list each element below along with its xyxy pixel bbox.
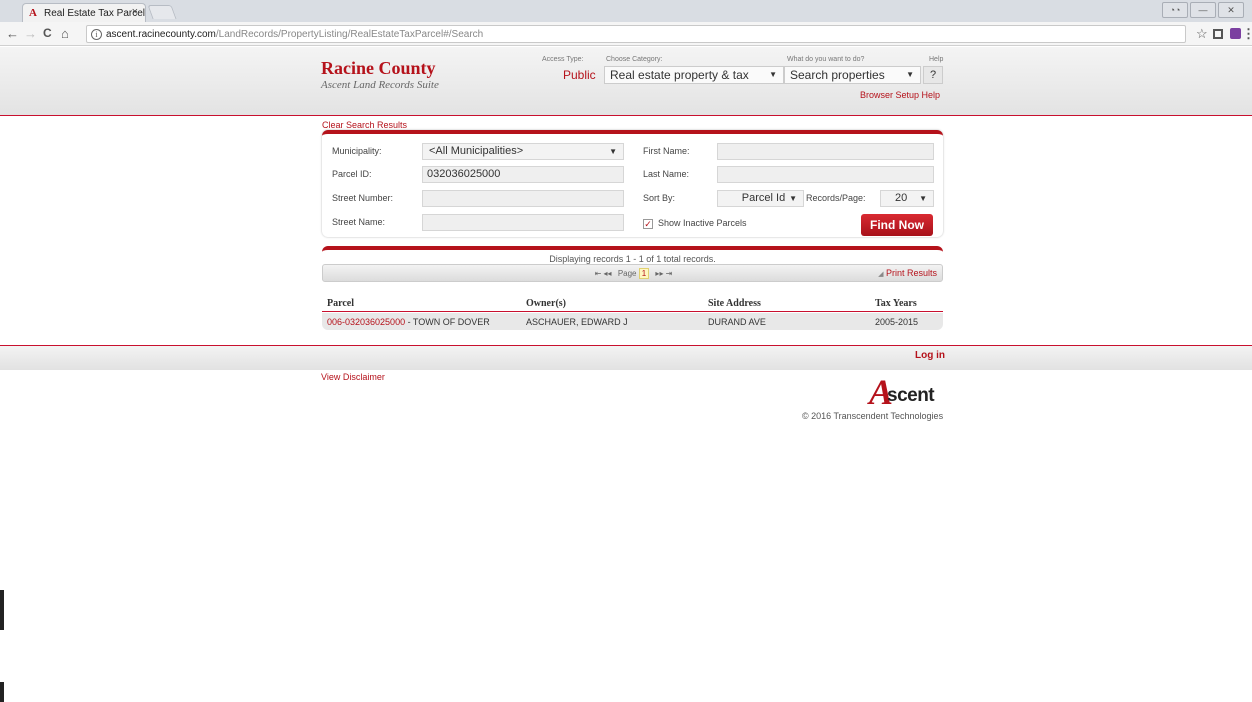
street-name-label: Street Name: [332, 217, 386, 227]
chevron-down-icon: ▼ [769, 70, 777, 79]
category-label: Choose Category: [606, 56, 663, 63]
category-select[interactable]: Real estate property & tax ▼ [604, 66, 784, 84]
new-tab-button[interactable] [147, 5, 177, 19]
records-summary: Displaying records 1 - 1 of 1 total reco… [549, 254, 716, 264]
search-panel: Municipality: <All Municipalities> ▼ Par… [322, 130, 943, 237]
results-table-header: Parcel Owner(s) Site Address Tax Years [322, 292, 943, 312]
tax-years-cell: 2005-2015 [875, 317, 919, 327]
street-name-input[interactable] [422, 214, 624, 231]
column-header-owners[interactable]: Owner(s) [526, 298, 566, 309]
onenote-extension-icon[interactable] [1230, 28, 1241, 39]
profile-icon[interactable]: ◔◔ [1162, 2, 1188, 18]
url-host: ascent.racinecounty.com [106, 28, 216, 40]
print-results-link[interactable]: ◢ Print Results [878, 268, 937, 278]
printer-icon: ◢ [878, 271, 884, 278]
page-number-input[interactable]: 1 [638, 268, 650, 279]
municipality-label: Municipality: [332, 146, 382, 156]
reload-icon[interactable]: C [43, 26, 52, 40]
home-icon[interactable]: ⌂ [61, 26, 69, 41]
parcel-municipality: - TOWN OF DOVER [405, 317, 490, 327]
ascent-logo-text: scent [887, 385, 935, 406]
municipality-select-value: <All Municipalities> [429, 145, 524, 157]
address-bar[interactable]: i ascent.racinecounty.com/LandRecords/Pr… [86, 25, 1186, 43]
category-select-value: Real estate property & tax [610, 68, 749, 82]
url-path: /LandRecords/PropertyListing/RealEstateT… [215, 28, 484, 40]
pager-bar: ⇤ ◂◂ Page 1 ▸▸ ⇥ ◢ Print Results [322, 264, 943, 282]
table-row[interactable]: 006-032036025000 - TOWN OF DOVER ASCHAUE… [322, 313, 943, 330]
owner-cell: ASCHAUER, EDWARD J [526, 317, 628, 327]
parcel-id-label: Parcel ID: [332, 169, 372, 179]
show-inactive-checkbox[interactable]: ✓ [643, 219, 653, 229]
site-header: Racine County Ascent Land Records Suite … [0, 47, 1252, 116]
chevron-down-icon: ▼ [906, 70, 914, 79]
pager: ⇤ ◂◂ Page 1 ▸▸ ⇥ [323, 268, 944, 279]
street-number-input[interactable] [422, 190, 624, 207]
action-label: What do you want to do? [787, 56, 865, 63]
page-title: Racine County [321, 58, 436, 78]
parcel-id-input[interactable]: 032036025000 [422, 166, 624, 183]
browser-tab[interactable]: A Real Estate Tax Parcel × [22, 3, 146, 22]
next-last-page-icon[interactable]: ▸▸ ⇥ [655, 269, 672, 278]
sort-by-select-value: Parcel Id [741, 192, 786, 204]
records-per-page-label: Records/Page: [806, 193, 866, 203]
ascent-favicon-icon: A [29, 7, 37, 19]
chevron-down-icon: ▼ [609, 147, 617, 156]
ascent-logo: A scent [869, 372, 959, 412]
last-name-input[interactable] [717, 166, 934, 183]
results-panel: Displaying records 1 - 1 of 1 total reco… [322, 246, 943, 330]
parcel-cell: 006-032036025000 - TOWN OF DOVER [327, 317, 490, 327]
tab-close-icon[interactable]: × [132, 6, 138, 18]
find-now-button[interactable]: Find Now [861, 214, 933, 236]
access-type-label: Access Type: [542, 56, 584, 63]
bookmark-star-icon[interactable]: ☆ [1196, 26, 1208, 42]
column-header-tax-years[interactable]: Tax Years [875, 298, 917, 309]
page-subtitle: Ascent Land Records Suite [321, 79, 439, 91]
clear-search-results-link[interactable]: Clear Search Results [322, 120, 407, 130]
first-name-label: First Name: [643, 146, 690, 156]
access-type-value: Public [563, 68, 596, 82]
minimize-icon[interactable]: — [1190, 2, 1216, 18]
login-link[interactable]: Log in [915, 350, 945, 361]
help-button[interactable]: ? [923, 66, 943, 84]
first-name-input[interactable] [717, 143, 934, 160]
records-per-page-value: 20 [895, 192, 908, 204]
column-header-site-address[interactable]: Site Address [708, 298, 761, 309]
action-select-value: Search properties [790, 68, 885, 82]
help-label: Help [929, 56, 944, 63]
action-select[interactable]: Search properties ▼ [784, 66, 921, 84]
view-disclaimer-link[interactable]: View Disclaimer [321, 372, 385, 382]
records-per-page-select[interactable]: 20 ▼ [880, 190, 934, 207]
street-number-label: Street Number: [332, 193, 394, 203]
page-label: Page [617, 269, 637, 278]
chevron-down-icon: ▼ [789, 194, 797, 203]
window-controls: ◔◔ — ✕ [1160, 2, 1244, 18]
site-info-icon[interactable]: i [91, 28, 102, 40]
close-window-icon[interactable]: ✕ [1218, 2, 1244, 18]
copyright-text: © 2016 Transcendent Technologies [802, 411, 944, 421]
site-address-cell: DURAND AVE [708, 317, 766, 327]
back-icon[interactable]: ← [6, 26, 19, 41]
sort-by-select[interactable]: Parcel Id ▼ [717, 190, 804, 207]
first-prev-page-icon[interactable]: ⇤ ◂◂ [595, 269, 612, 278]
tab-title: Real Estate Tax Parcel [44, 7, 145, 19]
site-footer-bar [0, 345, 1252, 370]
last-name-label: Last Name: [643, 169, 690, 179]
chevron-down-icon: ▼ [919, 194, 927, 203]
window-edge [0, 682, 4, 702]
sort-by-label: Sort By: [643, 193, 676, 203]
show-inactive-label: Show Inactive Parcels [658, 218, 747, 228]
parcel-link[interactable]: 006-032036025000 [327, 317, 405, 327]
browser-toolbar: ← → C ⌂ i ascent.racinecounty.com/LandRe… [0, 22, 1252, 46]
menu-icon[interactable]: ⋮ [1242, 26, 1252, 42]
browser-tab-bar: A Real Estate Tax Parcel × ◔◔ — ✕ [0, 0, 1252, 22]
municipality-select[interactable]: <All Municipalities> ▼ [422, 143, 624, 160]
window-edge [0, 590, 4, 630]
forward-icon[interactable]: → [24, 26, 37, 41]
browser-setup-help-link[interactable]: Browser Setup Help [860, 90, 940, 100]
column-header-parcel[interactable]: Parcel [327, 298, 354, 309]
extension-icon[interactable] [1213, 29, 1223, 39]
